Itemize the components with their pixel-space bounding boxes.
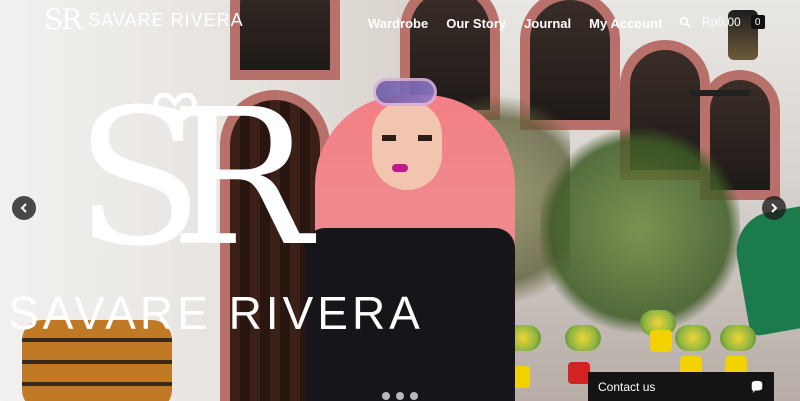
header-tools: Rp0,00 0 <box>678 15 765 29</box>
pot <box>568 362 590 384</box>
model-face <box>372 100 442 190</box>
hero-wordmark: SAVARE RIVERA <box>8 287 424 339</box>
brand-logo-link[interactable]: SR SAVARE RIVERA <box>44 6 244 34</box>
lamp-arm <box>690 90 750 96</box>
green-umbrella <box>730 203 800 337</box>
slider-dot[interactable] <box>396 392 404 400</box>
cart-count[interactable]: 0 <box>750 15 765 29</box>
slider-dot[interactable] <box>382 392 390 400</box>
search-button[interactable] <box>678 15 692 29</box>
pot <box>650 330 672 352</box>
flower-pot <box>565 325 601 351</box>
slider-next-button[interactable] <box>762 196 786 220</box>
hero-slider: S R SAVARE RIVERA <box>0 0 800 401</box>
slider-prev-button[interactable] <box>12 196 36 220</box>
flower-pot <box>720 325 756 351</box>
chevron-left-icon <box>20 203 27 213</box>
heart-icon <box>153 92 197 129</box>
brand-monogram: SR <box>44 3 82 36</box>
nav-wardrobe[interactable]: Wardrobe <box>368 16 428 31</box>
brand-name: SAVARE RIVERA <box>88 9 244 30</box>
cart-amount[interactable]: Rp0,00 <box>702 15 741 29</box>
model-lips <box>392 164 408 172</box>
nav-my-account[interactable]: My Account <box>589 16 662 31</box>
hero-logo: S R <box>75 85 335 275</box>
search-icon <box>679 16 691 28</box>
contact-us-label: Contact us <box>598 379 656 394</box>
nav-our-story[interactable]: Our Story <box>446 16 506 31</box>
nav-journal[interactable]: Journal <box>524 16 571 31</box>
contact-us-bar[interactable]: Contact us <box>588 372 774 401</box>
site-header: SR SAVARE RIVERA Wardrobe Our Story Jour… <box>0 0 800 54</box>
main-nav: Wardrobe Our Story Journal My Account <box>368 16 662 31</box>
tree <box>540 120 740 340</box>
chat-icon <box>751 380 763 393</box>
slider-dots <box>382 392 418 400</box>
slider-dot[interactable] <box>410 392 418 400</box>
sunglasses <box>373 78 437 106</box>
flower-pot <box>675 325 711 351</box>
model-eyes <box>382 135 432 141</box>
chevron-right-icon <box>771 203 778 213</box>
